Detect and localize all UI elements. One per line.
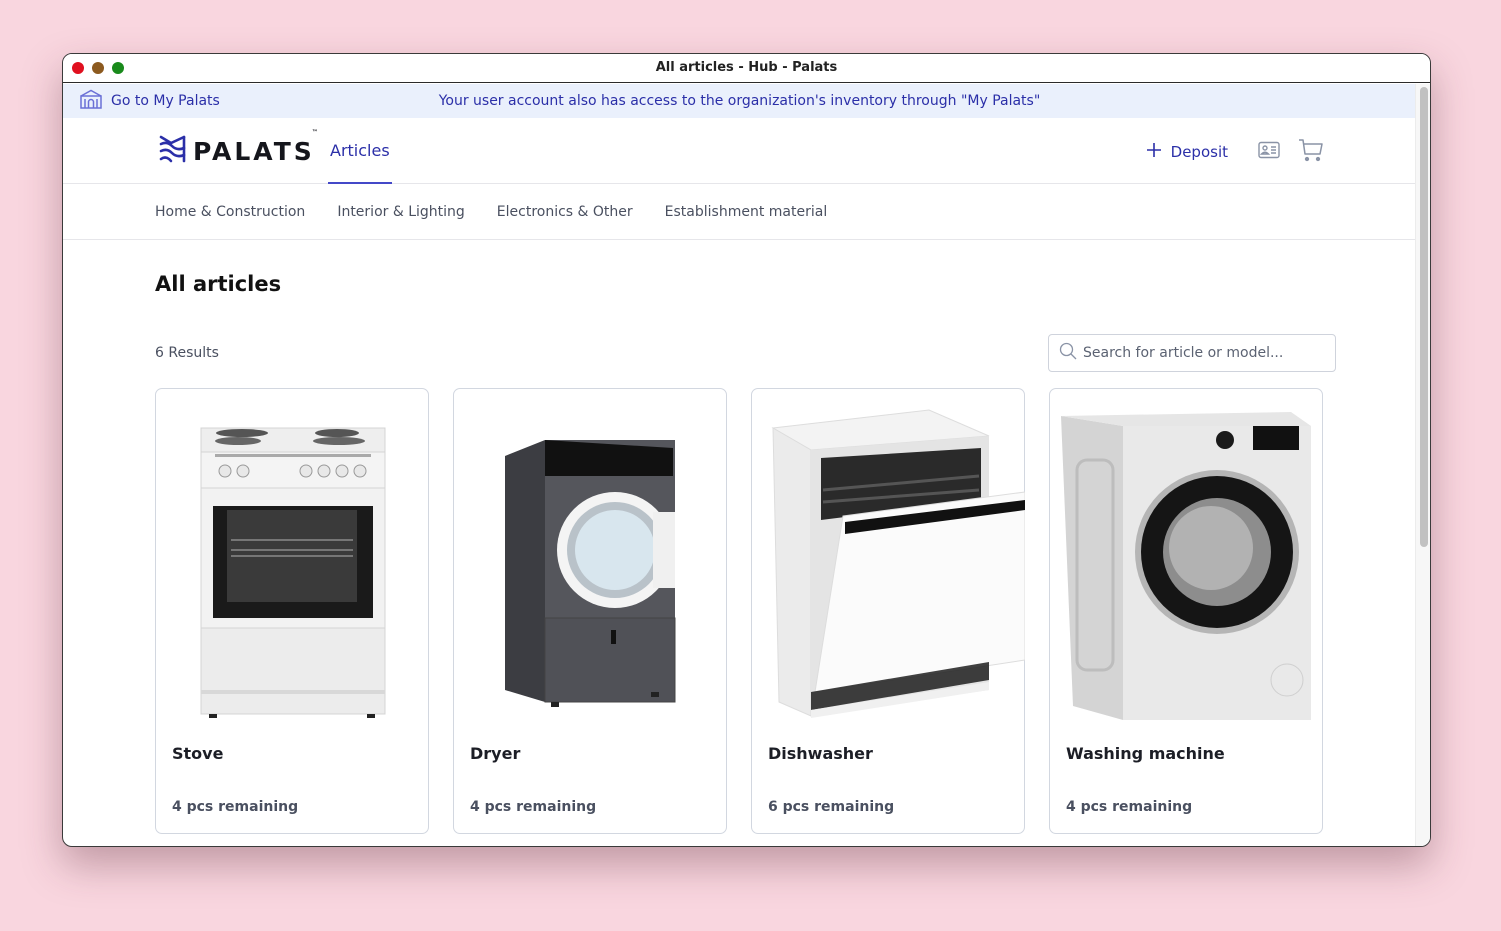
title-bar: All articles - Hub - Palats [63,54,1430,83]
article-name: Washing machine [1066,744,1225,763]
id-card-icon [1258,141,1280,163]
browser-window: All articles - Hub - Palats Go to My Pal… [62,53,1431,847]
dryer-image [505,440,676,707]
page-scrollbar[interactable] [1415,84,1430,846]
logo-wordmark: PALATS [193,136,315,166]
deposit-button[interactable]: Deposit [1146,142,1228,162]
category-electronics-other[interactable]: Electronics & Other [497,204,633,220]
washing-machine-image [1061,412,1311,720]
article-stock: 4 pcs remaining [172,799,299,815]
go-to-my-palats-link[interactable]: Go to My Palats [79,89,220,113]
article-stock: 4 pcs remaining [1066,799,1193,815]
logo-text: PALATS™ [193,129,321,166]
logo-waves-icon [159,135,186,167]
go-to-my-palats-label: Go to My Palats [111,93,220,109]
search-input[interactable] [1083,345,1323,361]
stove-image [200,427,386,718]
article-stock: 6 pcs remaining [768,799,895,815]
plus-icon [1146,142,1162,162]
results-count: 6 Results [155,345,219,361]
page-title: All articles [155,272,282,296]
category-interior-lighting[interactable]: Interior & Lighting [337,204,464,220]
article-name: Stove [172,744,224,763]
logo-trademark: ™ [311,128,321,136]
article-name: Dishwasher [768,744,873,763]
main-content: All articles 6 Results Search for articl… [63,240,1430,834]
dishwasher-image [771,409,1025,718]
nav-tab-articles[interactable]: Articles [328,118,392,184]
site-header: PALATS™ Articles Deposit [63,118,1430,184]
article-card-stove[interactable]: Stove 4 pcs remaining [155,388,429,834]
info-banner: Go to My Palats Your user account also h… [63,84,1430,118]
article-stock: 4 pcs remaining [470,799,597,815]
articles-grid: Stove 4 pcs remaining Dryer 4 pcs remain… [155,388,1324,834]
palats-logo[interactable]: PALATS™ [159,129,321,167]
category-home-construction[interactable]: Home & Construction [155,204,305,220]
article-card-dishwasher[interactable]: Dishwasher 6 pcs remaining [751,388,1025,834]
search-field[interactable] [1048,334,1336,372]
id-card-button[interactable] [1258,141,1280,163]
search-icon [1059,342,1077,364]
category-establishment-material[interactable]: Establishment material [665,204,828,220]
page-viewport: Go to My Palats Your user account also h… [63,84,1430,846]
article-card-washing-machine[interactable]: Washing machine 4 pcs remaining [1049,388,1323,834]
results-toolbar: 6 Results [155,334,1336,372]
category-nav: Home & Construction Interior & Lighting … [63,184,1430,240]
banner-message: Your user account also has access to the… [438,93,1041,109]
deposit-label: Deposit [1170,143,1228,161]
building-icon [79,89,103,113]
cart-button[interactable] [1298,138,1324,166]
window-title: All articles - Hub - Palats [655,60,838,75]
article-card-dryer[interactable]: Dryer 4 pcs remaining [453,388,727,834]
scrollbar-thumb[interactable] [1420,87,1428,547]
article-name: Dryer [470,744,521,763]
cart-icon [1298,138,1324,166]
header-actions: Deposit [1146,138,1324,166]
